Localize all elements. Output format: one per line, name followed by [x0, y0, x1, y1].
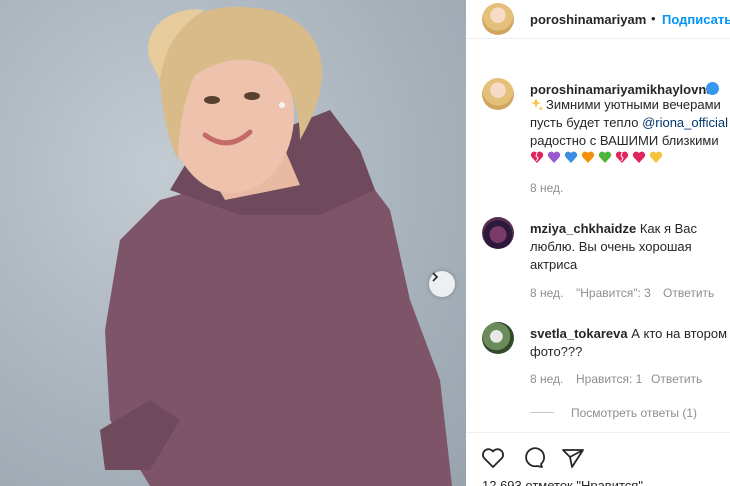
send-icon[interactable]: [560, 445, 586, 471]
red-heart-icon: [632, 151, 646, 163]
comment-likes-count[interactable]: "Нравится": 3: [576, 286, 651, 300]
sparkles-icon: [531, 98, 544, 111]
author-avatar[interactable]: [482, 3, 514, 35]
comment-avatar[interactable]: [482, 322, 514, 354]
verified-badge-icon: [706, 82, 719, 95]
author-username[interactable]: poroshinamariyam: [530, 12, 646, 27]
comment-1-line-1: mziya_chkhaidze Как я Вас: [530, 220, 697, 238]
purple-heart-icon: [547, 151, 561, 163]
caption-line-1: Зимними уютными вечерами: [530, 96, 721, 114]
comment-likes-count[interactable]: Нравится: 1: [576, 372, 642, 386]
comment-1-line-2: люблю. Вы очень хорошая: [530, 238, 692, 256]
comment-reply-button[interactable]: Ответить: [651, 372, 702, 386]
caption-text-1: Зимними уютными вечерами: [546, 97, 721, 112]
comment-avatar[interactable]: [482, 217, 514, 249]
comment-text: Как я Вас: [639, 221, 697, 236]
replies-divider: [530, 412, 554, 413]
caption-text-3: радостно с ВАШИМИ близкими: [530, 133, 719, 148]
comment-text: актриса: [530, 257, 578, 272]
view-replies-button[interactable]: Посмотреть ответы (1): [571, 406, 697, 420]
yellow-heart-icon: [649, 151, 663, 163]
mention-link[interactable]: @riona_official: [642, 115, 728, 130]
comment-2-line-1: svetla_tokareva А кто на втором: [530, 325, 727, 343]
broken-heart-icon: [530, 151, 544, 163]
post-photo[interactable]: [0, 0, 466, 486]
green-heart-icon: [598, 151, 612, 163]
comment-username[interactable]: svetla_tokareva: [530, 326, 628, 341]
emoji-hearts-row: [530, 150, 663, 164]
caption-time[interactable]: 8 нед.: [530, 181, 563, 195]
comment-time[interactable]: 8 нед.: [530, 372, 563, 386]
caption-username[interactable]: poroshinamariyamikhaylovna: [530, 82, 714, 97]
broken-heart-icon-2: [615, 151, 629, 163]
comment-1-line-3: актриса: [530, 256, 577, 274]
next-photo-button[interactable]: [429, 271, 455, 297]
comment-reply-button[interactable]: Ответить: [663, 286, 714, 300]
comment-text: А кто на втором: [631, 326, 728, 341]
likes-count[interactable]: 12 693 отметок "Нравится": [482, 478, 643, 486]
follow-button[interactable]: Подписаться: [662, 12, 730, 27]
separator-dot: •: [651, 11, 656, 26]
post-header: poroshinamariyam • Подписаться: [466, 0, 730, 39]
comment-username[interactable]: mziya_chkhaidze: [530, 221, 636, 236]
heart-icon[interactable]: [480, 445, 506, 471]
blue-heart-icon: [564, 151, 578, 163]
caption-text-2: пусть будет тепло: [530, 115, 643, 130]
comment-2-line-2: фото???: [530, 343, 582, 361]
post-side-panel: poroshinamariyam • Подписаться poroshina…: [466, 0, 730, 486]
comment-icon[interactable]: [520, 445, 546, 471]
caption-author-avatar[interactable]: [482, 78, 514, 110]
caption-line-2: пусть будет тепло @riona_official: [530, 114, 728, 132]
comment-text: фото???: [530, 344, 583, 359]
woman-in-hoodie-image: [100, 6, 452, 486]
comment-time[interactable]: 8 нед.: [530, 286, 563, 300]
caption-line-3: радостно с ВАШИМИ близкими: [530, 132, 719, 150]
orange-heart-icon: [581, 151, 595, 163]
chevron-right-icon: [432, 272, 439, 282]
comment-text: люблю. Вы очень хорошая: [530, 239, 692, 254]
